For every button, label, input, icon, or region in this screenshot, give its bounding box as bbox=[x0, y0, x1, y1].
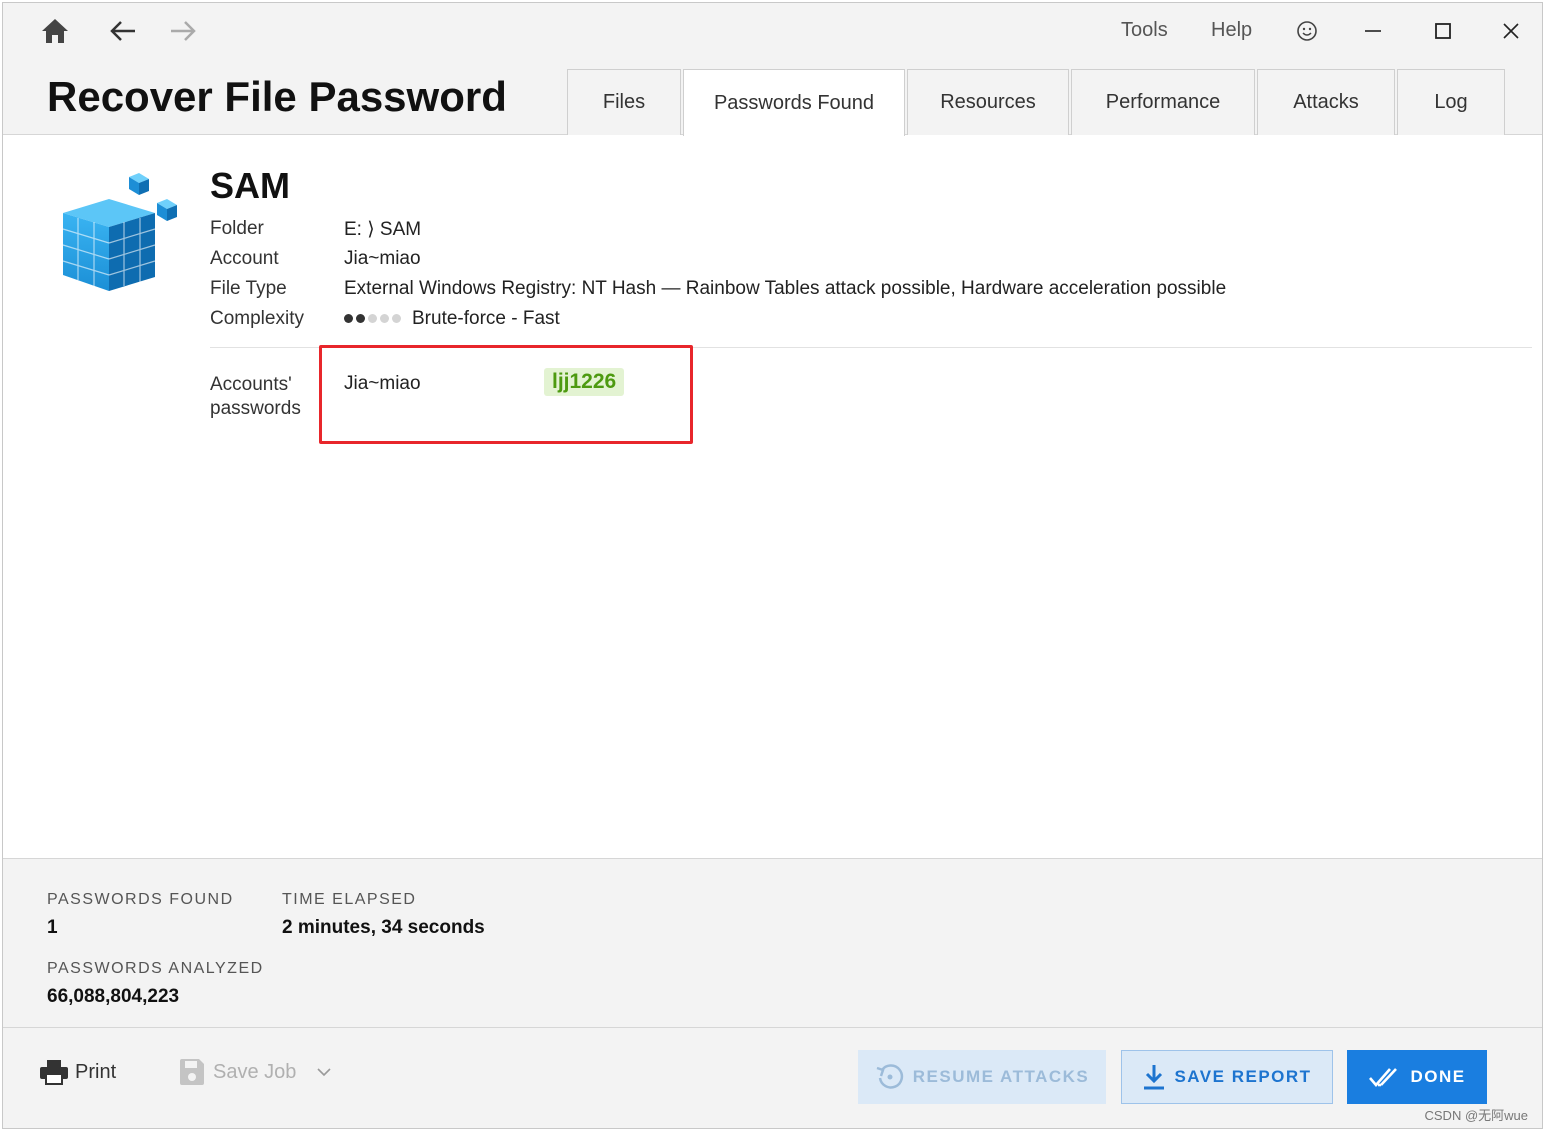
registry-file-icon bbox=[57, 169, 181, 293]
feedback-smiley-icon[interactable] bbox=[1287, 13, 1327, 49]
complexity-text: Brute-force - Fast bbox=[412, 308, 560, 329]
resume-icon bbox=[876, 1064, 903, 1089]
maximize-icon[interactable] bbox=[1423, 13, 1463, 49]
save-job-button[interactable]: Save Job bbox=[179, 1058, 332, 1086]
file-type-value: External Windows Registry: NT Hash — Rai… bbox=[344, 278, 1227, 299]
resume-attacks-label: RESUME ATTACKS bbox=[912, 1067, 1090, 1086]
passwords-analyzed-label: PASSWORDS ANALYZED bbox=[47, 960, 264, 977]
back-arrow-icon[interactable] bbox=[103, 13, 143, 49]
bottom-toolbar: Print Save Job RESUME ATTACKS SAVE REPOR… bbox=[3, 1028, 1542, 1128]
file-type-label: File Type bbox=[210, 278, 287, 299]
printer-icon bbox=[40, 1060, 68, 1085]
passwords-analyzed-value: 66,088,804,223 bbox=[47, 986, 180, 1007]
complexity-dot bbox=[344, 314, 353, 324]
print-button[interactable]: Print bbox=[39, 1058, 116, 1086]
app-window: Tools Help Recover File Password Files P… bbox=[2, 2, 1543, 1129]
chevron-down-icon[interactable] bbox=[316, 1067, 332, 1077]
complexity-label: Complexity bbox=[210, 308, 304, 329]
complexity-dot bbox=[380, 314, 389, 324]
complexity-dots bbox=[344, 308, 404, 330]
done-label: DONE bbox=[1410, 1067, 1466, 1086]
floppy-disk-icon bbox=[180, 1059, 204, 1085]
save-report-label: SAVE REPORT bbox=[1174, 1067, 1312, 1086]
account-label: Account bbox=[210, 248, 279, 269]
tab-passwords-found[interactable]: Passwords Found bbox=[683, 69, 905, 136]
done-button[interactable]: DONE bbox=[1347, 1050, 1487, 1104]
download-icon bbox=[1144, 1065, 1165, 1090]
accounts-passwords-label: Accounts' passwords bbox=[210, 374, 301, 419]
tab-attacks[interactable]: Attacks bbox=[1257, 69, 1395, 135]
watermark: CSDN @无阿wue bbox=[1424, 1108, 1529, 1123]
save-job-label: Save Job bbox=[213, 1060, 297, 1083]
account-value: Jia~miao bbox=[344, 248, 421, 269]
home-icon[interactable] bbox=[35, 13, 75, 49]
tab-resources[interactable]: Resources bbox=[907, 69, 1069, 135]
highlight-annotation bbox=[319, 345, 693, 444]
time-elapsed-label: TIME ELAPSED bbox=[282, 891, 417, 908]
passwords-found-value: 1 bbox=[47, 917, 58, 938]
page-title: Recover File Password bbox=[47, 73, 507, 120]
tab-log[interactable]: Log bbox=[1397, 69, 1505, 135]
double-check-icon bbox=[1369, 1068, 1398, 1087]
minimize-icon[interactable] bbox=[1353, 13, 1393, 49]
stats-panel: PASSWORDS FOUND 1 TIME ELAPSED 2 minutes… bbox=[3, 858, 1542, 1028]
folder-label: Folder bbox=[210, 218, 264, 239]
title-bar: Tools Help Recover File Password Files P… bbox=[3, 3, 1542, 136]
complexity-dot bbox=[368, 314, 377, 324]
tab-files[interactable]: Files bbox=[567, 69, 681, 135]
complexity-dot bbox=[356, 314, 365, 324]
save-report-button[interactable]: SAVE REPORT bbox=[1121, 1050, 1333, 1104]
resume-attacks-button[interactable]: RESUME ATTACKS bbox=[858, 1050, 1106, 1104]
passwords-found-label: PASSWORDS FOUND bbox=[47, 891, 234, 908]
file-name: SAM bbox=[210, 165, 290, 206]
close-icon[interactable] bbox=[1491, 13, 1531, 49]
time-elapsed-value: 2 minutes, 34 seconds bbox=[282, 917, 485, 938]
print-label: Print bbox=[75, 1060, 117, 1083]
folder-value[interactable]: E: ⟩ SAM bbox=[344, 218, 421, 241]
complexity-dot bbox=[392, 314, 401, 324]
menu-help[interactable]: Help bbox=[1211, 19, 1252, 42]
tab-bar: Files Passwords Found Resources Performa… bbox=[567, 69, 1507, 136]
forward-arrow-icon[interactable] bbox=[163, 13, 203, 49]
complexity-value: Brute-force - Fast bbox=[344, 308, 560, 330]
menu-tools[interactable]: Tools bbox=[1121, 19, 1168, 42]
tab-performance[interactable]: Performance bbox=[1071, 69, 1255, 135]
